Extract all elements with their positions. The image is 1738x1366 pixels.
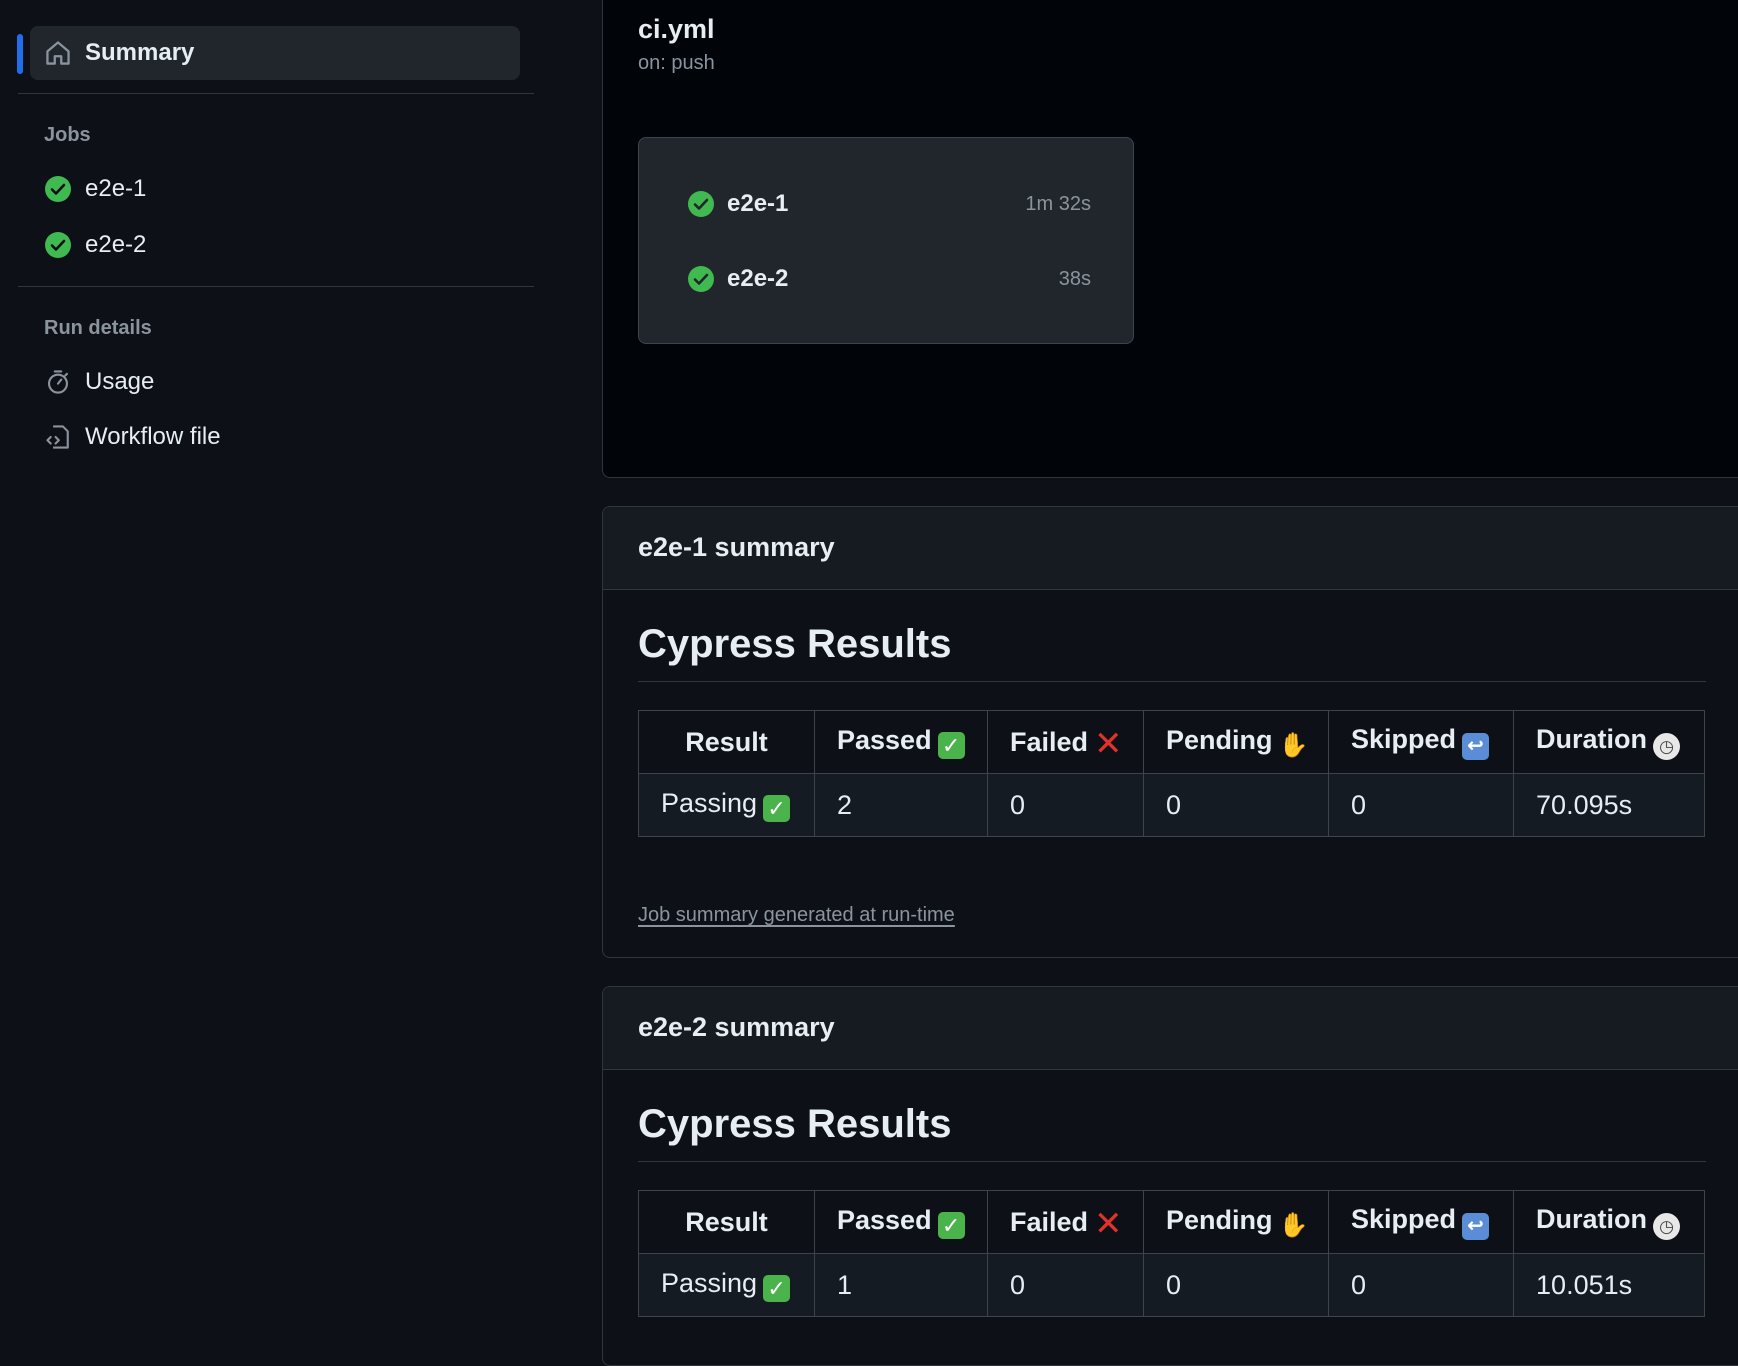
job-node-e2e-1[interactable]: e2e-1 1m 32s: [687, 184, 1091, 224]
sidebar: Summary Jobs e2e-1 e2e-2 Run details Usa…: [0, 0, 540, 1350]
cypress-results-title: Cypress Results: [638, 622, 952, 666]
check-circle-icon: [687, 265, 715, 293]
check-mark-icon: ✓: [763, 1275, 791, 1302]
sidebar-item-label: Summary: [85, 39, 195, 66]
column-header: Pending ✋: [1143, 710, 1330, 774]
summary-header-label: e2e-2 summary: [638, 1012, 835, 1042]
column-header: Failed ✕: [986, 710, 1145, 774]
main-content: ci.yml on: push e2e-1 1m 32s e2e-2 38s e…: [602, 0, 1738, 1366]
cross-mark-icon: ✕: [1094, 724, 1123, 763]
table-cell: 0: [1143, 773, 1330, 837]
column-header: Passed ✓: [814, 1190, 988, 1254]
job-duration: 1m 32s: [1025, 192, 1091, 215]
results-table: Result Passed ✓ Failed ✕ Pending ✋ Skipped ↩…: [638, 710, 1706, 837]
home-icon: [44, 39, 72, 67]
workflow-graph-panel: ci.yml on: push e2e-1 1m 32s e2e-2 38s: [602, 0, 1738, 478]
sidebar-item-label: Usage: [85, 368, 155, 395]
heading-rule: [638, 1161, 1706, 1162]
check-circle-icon: [687, 190, 715, 218]
job-name: e2e-1: [727, 190, 789, 217]
sidebar-item-e2e-1[interactable]: e2e-1: [44, 169, 146, 209]
stopwatch-icon: [44, 368, 72, 396]
job-node-e2e-2[interactable]: e2e-2 38s: [687, 259, 1091, 299]
job-name: e2e-2: [727, 265, 789, 292]
job-summary-e2e-2: e2e-2 summary Cypress Results Result Pas…: [602, 986, 1738, 1366]
column-header: Skipped ↩: [1328, 1190, 1515, 1254]
summary-header: e2e-1 summary: [603, 507, 1738, 590]
table-header-row: Result Passed ✓ Failed ✕ Pending ✋ Skipped ↩…: [638, 1190, 1706, 1254]
raised-hand-icon: ✋: [1278, 1212, 1309, 1239]
table-row: Passing ✓ 1 0 0 0 10.051s: [638, 1253, 1706, 1317]
table-cell: 10.051s: [1513, 1253, 1706, 1317]
sidebar-item-summary[interactable]: Summary: [44, 33, 194, 73]
check-mark-icon: ✓: [937, 732, 965, 759]
cross-mark-icon: ✕: [1094, 1204, 1123, 1243]
active-indicator: [17, 34, 23, 74]
workflow-trigger: on: push: [638, 52, 715, 74]
table-cell: 2: [814, 773, 988, 837]
raised-hand-icon: ✋: [1278, 732, 1309, 759]
table-cell: 0: [1143, 1253, 1330, 1317]
check-mark-icon: ✓: [937, 1212, 965, 1239]
summary-header: e2e-2 summary: [603, 987, 1738, 1070]
sidebar-item-label: Workflow file: [85, 423, 221, 450]
job-graph-card: e2e-1 1m 32s e2e-2 38s: [638, 137, 1134, 344]
job-duration: 38s: [1058, 267, 1091, 290]
column-header: Duration ◷: [1513, 710, 1706, 774]
jobs-heading: Jobs: [44, 124, 91, 146]
column-header: Duration ◷: [1513, 1190, 1706, 1254]
sidebar-item-usage[interactable]: Usage: [44, 362, 154, 402]
sidebar-item-label: e2e-2: [85, 231, 147, 258]
column-header: Result: [638, 1190, 815, 1254]
table-cell: 1: [814, 1253, 988, 1317]
table-cell: 0: [986, 1253, 1145, 1317]
table-cell: 70.095s: [1513, 773, 1706, 837]
cypress-results-title: Cypress Results: [638, 1102, 952, 1146]
column-header: Result: [638, 710, 815, 774]
check-mark-icon: ✓: [763, 795, 791, 822]
heading-rule: [638, 681, 1706, 682]
sidebar-item-e2e-2[interactable]: e2e-2: [44, 225, 146, 265]
table-cell: Passing ✓: [638, 1253, 815, 1317]
clock-icon: ◷: [1653, 733, 1681, 760]
table-row: Passing ✓ 2 0 0 0 70.095s: [638, 773, 1706, 837]
summary-header-label: e2e-1 summary: [638, 532, 835, 562]
return-arrow-icon: ↩: [1462, 733, 1490, 760]
job-summary-e2e-1: e2e-1 summary Cypress Results Result Pas…: [602, 506, 1738, 958]
table-cell: 0: [986, 773, 1145, 837]
table-cell: 0: [1328, 773, 1515, 837]
clock-icon: ◷: [1653, 1213, 1681, 1240]
check-circle-icon: [44, 231, 72, 259]
column-header: Passed ✓: [814, 710, 988, 774]
file-code-icon: [44, 423, 72, 451]
sidebar-item-label: e2e-1: [85, 175, 147, 202]
check-circle-icon: [44, 175, 72, 203]
sidebar-item-workflow-file[interactable]: Workflow file: [44, 417, 221, 457]
column-header: Pending ✋: [1143, 1190, 1330, 1254]
column-header: Failed ✕: [986, 1190, 1145, 1254]
run-details-heading: Run details: [44, 317, 152, 339]
results-table: Result Passed ✓ Failed ✕ Pending ✋ Skipped ↩…: [638, 1190, 1706, 1317]
table-cell: 0: [1328, 1253, 1515, 1317]
table-cell: Passing ✓: [638, 773, 815, 837]
column-header: Skipped ↩: [1328, 710, 1515, 774]
workflow-title[interactable]: ci.yml: [638, 14, 715, 45]
divider: [18, 93, 534, 94]
divider: [18, 286, 534, 287]
return-arrow-icon: ↩: [1462, 1213, 1490, 1240]
job-summary-footnote-link[interactable]: Job summary generated at run-time: [638, 904, 955, 927]
table-header-row: Result Passed ✓ Failed ✕ Pending ✋ Skipped ↩…: [638, 710, 1706, 774]
